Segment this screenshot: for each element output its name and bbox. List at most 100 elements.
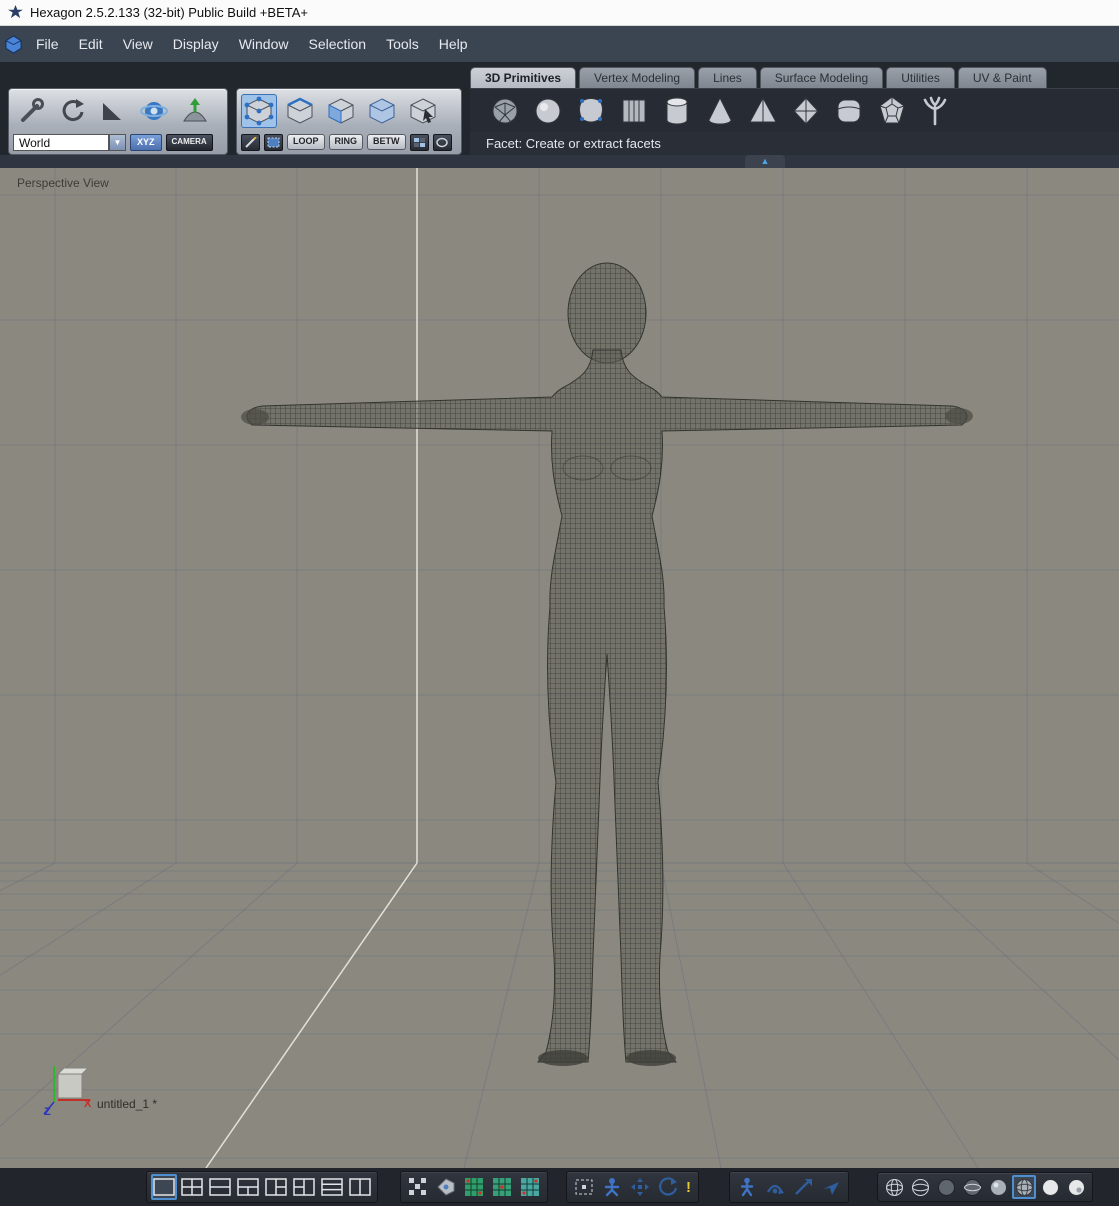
loop-select-icon (436, 137, 448, 147)
xyz-axes-button[interactable]: XYZ (130, 133, 162, 151)
tab-3d-primitives[interactable]: 3D Primitives (470, 67, 577, 89)
orbit-view-button[interactable] (655, 1174, 681, 1200)
layout-one-top-two-bottom-button[interactable] (235, 1174, 261, 1200)
primitive-dodecahedron-button[interactable] (873, 93, 911, 129)
loop-select-button[interactable] (432, 133, 452, 151)
menu-edit[interactable]: Edit (69, 36, 113, 52)
camera-space-button[interactable]: CAMERA (165, 133, 213, 151)
layout-two-rows-button[interactable] (207, 1174, 233, 1200)
select-object-button[interactable] (364, 94, 400, 128)
primitive-sphere-button[interactable] (529, 93, 567, 129)
tab-surface-modeling[interactable]: Surface Modeling (759, 67, 884, 89)
tab-utilities[interactable]: Utilities (886, 67, 955, 89)
perspective-viewport[interactable]: Perspective View X Z untitled_1 * (0, 168, 1119, 1168)
layout-left-one-right-two-icon (265, 1178, 287, 1196)
layout-three-rows-icon (321, 1178, 343, 1196)
menu-file[interactable]: File (26, 36, 69, 52)
layout-three-rows-button[interactable] (319, 1174, 345, 1200)
primitive-pyramid-button[interactable] (744, 93, 782, 129)
primitive-geosphere-button[interactable] (572, 93, 610, 129)
ring-button[interactable]: RING (328, 134, 364, 150)
scale-tool-button[interactable] (95, 94, 131, 128)
shading-flat-icon (937, 1178, 955, 1196)
primitive-cylinder-button[interactable] (658, 93, 696, 129)
select-auto-button[interactable] (405, 94, 441, 128)
menu-display[interactable]: Display (163, 36, 229, 52)
tab-uv-paint[interactable]: UV & Paint (957, 67, 1047, 89)
camera-tools-group: ! (566, 1171, 699, 1203)
select-faces-button[interactable] (323, 94, 359, 128)
select-faces-icon (328, 98, 354, 124)
seat-view-button[interactable] (599, 1174, 625, 1200)
walk-mode-button[interactable] (734, 1174, 760, 1200)
rotate-tool-icon (62, 99, 84, 122)
fly-camera-icon (823, 1182, 839, 1195)
chevron-up-icon: ▲ (760, 156, 770, 166)
primitive-dodecahedron-icon (879, 96, 905, 124)
menu-selection[interactable]: Selection (298, 36, 376, 52)
primitive-gem-icon (793, 97, 819, 125)
primitive-cone-button[interactable] (701, 93, 739, 129)
paint-select-button[interactable] (241, 133, 260, 151)
menu-window[interactable]: Window (229, 36, 299, 52)
primitive-chamfer-box-button[interactable] (830, 93, 868, 129)
grow-selection-button[interactable] (409, 133, 429, 151)
menu-view[interactable]: View (113, 36, 163, 52)
material-tag-icon (437, 1178, 455, 1196)
shading-smooth-button[interactable] (986, 1175, 1010, 1199)
shading-wireframe-button[interactable] (882, 1175, 906, 1199)
chevron-down-icon[interactable]: ▼ (109, 133, 126, 151)
area-select-button[interactable] (264, 133, 283, 151)
layout-left-one-right-two-button[interactable] (263, 1174, 289, 1200)
rotate-tool-button[interactable] (54, 94, 90, 128)
layout-two-columns-button[interactable] (347, 1174, 373, 1200)
pixel-grid-button[interactable] (405, 1174, 431, 1200)
soft-selection-button[interactable] (177, 94, 213, 128)
select-points-button[interactable] (241, 94, 277, 128)
uv-grid-c-button[interactable] (517, 1174, 543, 1200)
layout-quad-button[interactable] (179, 1174, 205, 1200)
tab-vertex-modeling[interactable]: Vertex Modeling (579, 67, 696, 89)
uv-grid-b-button[interactable] (489, 1174, 515, 1200)
translate-tool-button[interactable] (13, 94, 49, 128)
shading-smooth-wire-button[interactable] (1012, 1175, 1036, 1199)
shading-textured-lit-button[interactable] (1064, 1175, 1088, 1199)
primitive-cylinder-icon (666, 97, 688, 125)
viewport-layout-group (146, 1171, 378, 1203)
shading-flat-button[interactable] (934, 1175, 958, 1199)
viewport-canvas[interactable] (0, 168, 1119, 1168)
layout-two-columns-icon (349, 1178, 371, 1196)
pan-camera-button[interactable] (790, 1174, 816, 1200)
shading-flat-wire-button[interactable] (960, 1175, 984, 1199)
universal-manipulator-button[interactable] (136, 94, 172, 128)
primitive-gem-button[interactable] (787, 93, 825, 129)
primitive-grid-button[interactable] (615, 93, 653, 129)
uv-grid-a-icon (465, 1178, 483, 1196)
layout-single-button[interactable] (151, 1174, 177, 1200)
shading-hidden-line-button[interactable] (908, 1175, 932, 1199)
orbit-camera-button[interactable] (762, 1174, 788, 1200)
uv-grid-a-button[interactable] (461, 1174, 487, 1200)
tool-tabs: 3D Primitives Vertex Modeling Lines Surf… (470, 67, 1047, 89)
fly-camera-button[interactable] (818, 1174, 844, 1200)
loop-button[interactable]: LOOP (287, 134, 325, 150)
pan-view-button[interactable] (627, 1174, 653, 1200)
scale-tool-icon (103, 103, 121, 120)
toolbar-band: World ▼ XYZ CAMERA LOOP RING BETW 3D Pri… (0, 62, 1119, 168)
model-wireframe[interactable] (241, 262, 973, 1066)
tab-lines[interactable]: Lines (698, 67, 757, 89)
material-tag-button[interactable] (433, 1174, 459, 1200)
coordinate-space-dropdown[interactable]: World ▼ (13, 133, 126, 151)
collapse-panel-button[interactable]: ▲ (745, 155, 785, 168)
primitive-tree-button[interactable] (916, 93, 954, 129)
primitive-grid-icon (622, 99, 646, 123)
select-edges-button[interactable] (282, 94, 318, 128)
shading-textured-button[interactable] (1038, 1175, 1062, 1199)
orbit-camera-icon (767, 1184, 784, 1194)
marquee-select-button[interactable] (571, 1174, 597, 1200)
layout-left-two-right-one-button[interactable] (291, 1174, 317, 1200)
menu-help[interactable]: Help (429, 36, 478, 52)
between-button[interactable]: BETW (367, 134, 406, 150)
primitive-facet-button[interactable] (486, 93, 524, 129)
menu-tools[interactable]: Tools (376, 36, 429, 52)
